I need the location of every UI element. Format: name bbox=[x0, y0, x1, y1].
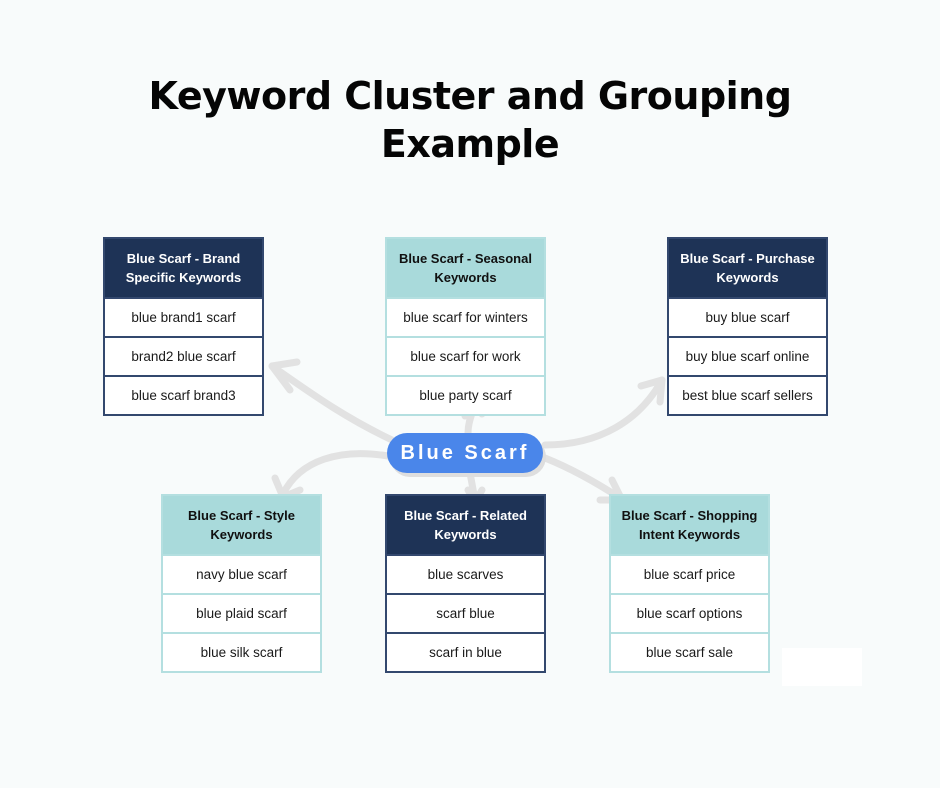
keyword-row: blue silk scarf bbox=[163, 632, 320, 671]
keyword-row: blue plaid scarf bbox=[163, 593, 320, 632]
cluster-header: Blue Scarf - Seasonal Keywords bbox=[387, 239, 544, 297]
central-topic-node: Blue Scarf bbox=[387, 433, 543, 473]
cluster-header: Blue Scarf - Style Keywords bbox=[163, 496, 320, 554]
cluster-card-related: Blue Scarf - Related Keywords blue scarv… bbox=[385, 494, 546, 673]
arrow-to-shopping bbox=[541, 454, 624, 502]
keyword-row: blue scarf for winters bbox=[387, 297, 544, 336]
cluster-header: Blue Scarf - Brand Specific Keywords bbox=[105, 239, 262, 297]
keyword-row: navy blue scarf bbox=[163, 554, 320, 593]
cluster-card-seasonal: Blue Scarf - Seasonal Keywords blue scar… bbox=[385, 237, 546, 416]
keyword-row: buy blue scarf bbox=[669, 297, 826, 336]
cluster-card-brand: Blue Scarf - Brand Specific Keywords blu… bbox=[103, 237, 264, 416]
cluster-header: Blue Scarf - Shopping Intent Keywords bbox=[611, 496, 768, 554]
keyword-row: blue scarf sale bbox=[611, 632, 768, 671]
keyword-row: brand2 blue scarf bbox=[105, 336, 262, 375]
keyword-row: scarf blue bbox=[387, 593, 544, 632]
keyword-row: blue scarf brand3 bbox=[105, 375, 262, 414]
keyword-row: buy blue scarf online bbox=[669, 336, 826, 375]
keyword-row: best blue scarf sellers bbox=[669, 375, 826, 414]
arrow-to-brand bbox=[268, 362, 396, 444]
keyword-row: blue scarf options bbox=[611, 593, 768, 632]
blank-patch bbox=[782, 648, 862, 686]
keyword-row: blue party scarf bbox=[387, 375, 544, 414]
keyword-row: blue scarf price bbox=[611, 554, 768, 593]
keyword-row: blue scarves bbox=[387, 554, 544, 593]
cluster-card-purchase: Blue Scarf - Purchase Keywords buy blue … bbox=[667, 237, 828, 416]
cluster-header: Blue Scarf - Purchase Keywords bbox=[669, 239, 826, 297]
keyword-row: scarf in blue bbox=[387, 632, 544, 671]
arrow-to-purchase bbox=[541, 376, 666, 449]
cluster-card-style: Blue Scarf - Style Keywords navy blue sc… bbox=[161, 494, 322, 673]
keyword-row: blue scarf for work bbox=[387, 336, 544, 375]
central-topic-label: Blue Scarf bbox=[400, 441, 530, 464]
keyword-row: blue brand1 scarf bbox=[105, 297, 262, 336]
cluster-header: Blue Scarf - Related Keywords bbox=[387, 496, 544, 554]
cluster-card-shopping-intent: Blue Scarf - Shopping Intent Keywords bl… bbox=[609, 494, 770, 673]
